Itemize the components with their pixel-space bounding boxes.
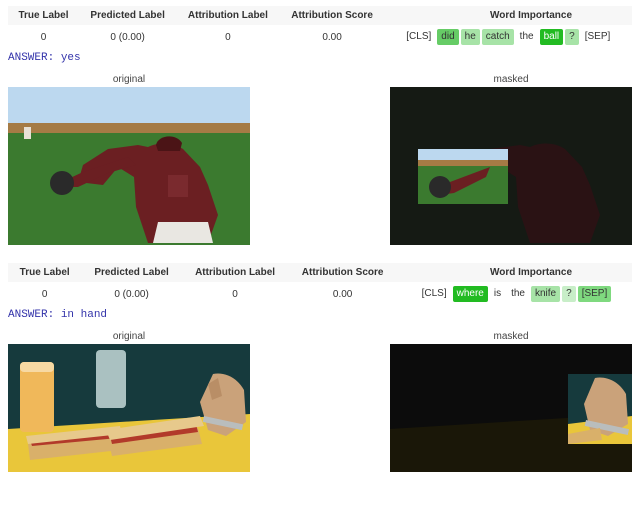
- cell-truelabel: 0: [8, 282, 81, 306]
- th-predlabel: Predicted Label: [81, 263, 181, 282]
- image-row-2: original: [8, 331, 632, 472]
- cell-wordimportance: [CLS]didhecatchtheball?[SEP]: [385, 25, 632, 49]
- token: [SEP]: [578, 286, 612, 302]
- th-truelabel: True Label: [8, 263, 81, 282]
- answer-value: yes: [61, 52, 81, 64]
- masked-image-sandwich: [390, 344, 632, 472]
- th-predlabel: Predicted Label: [79, 6, 176, 25]
- original-image-sandwich: [8, 344, 250, 472]
- token: where: [453, 286, 488, 302]
- token: catch: [482, 29, 514, 45]
- token: ?: [565, 29, 579, 45]
- masked-image-baseball: [390, 87, 632, 245]
- image-row-1: original masked: [8, 74, 632, 245]
- th-wordimp: Word Importance: [385, 6, 632, 25]
- cell-attrscore: 0.00: [288, 282, 396, 306]
- original-image-baseball: [8, 87, 250, 245]
- token: he: [461, 29, 480, 45]
- token: ball: [540, 29, 564, 45]
- cell-wordimportance: [CLS]whereistheknife?[SEP]: [397, 282, 632, 306]
- cell-truelabel: 0: [8, 25, 79, 49]
- token: [SEP]: [581, 29, 615, 45]
- caption-original-2: original: [113, 331, 145, 342]
- cell-attrlabel: 0: [182, 282, 289, 306]
- th-attrscore: Attribution Score: [280, 6, 385, 25]
- th-wordimp: Word Importance: [397, 263, 632, 282]
- answer-label: ANSWER:: [8, 309, 54, 321]
- token: did: [437, 29, 458, 45]
- token: knife: [531, 286, 560, 302]
- attribution-table-1: True Label Predicted Label Attribution L…: [8, 6, 632, 49]
- caption-masked-2: masked: [493, 331, 528, 342]
- answer-line-1: ANSWER: yes: [8, 52, 632, 64]
- token: the: [516, 29, 538, 45]
- answer-value: in hand: [61, 309, 107, 321]
- token: the: [507, 286, 529, 302]
- token: [CLS]: [402, 29, 435, 45]
- caption-masked-1: masked: [493, 74, 528, 85]
- caption-original-1: original: [113, 74, 145, 85]
- cell-predlabel: 0 (0.00): [79, 25, 176, 49]
- token: is: [490, 286, 505, 302]
- attribution-table-2: True Label Predicted Label Attribution L…: [8, 263, 632, 306]
- th-attrlabel: Attribution Label: [182, 263, 289, 282]
- cell-predlabel: 0 (0.00): [81, 282, 181, 306]
- answer-label: ANSWER:: [8, 52, 54, 64]
- token: ?: [562, 286, 576, 302]
- th-attrlabel: Attribution Label: [176, 6, 279, 25]
- cell-attrlabel: 0: [176, 25, 279, 49]
- cell-attrscore: 0.00: [280, 25, 385, 49]
- answer-line-2: ANSWER: in hand: [8, 309, 632, 321]
- th-truelabel: True Label: [8, 6, 79, 25]
- token: [CLS]: [418, 286, 451, 302]
- th-attrscore: Attribution Score: [288, 263, 396, 282]
